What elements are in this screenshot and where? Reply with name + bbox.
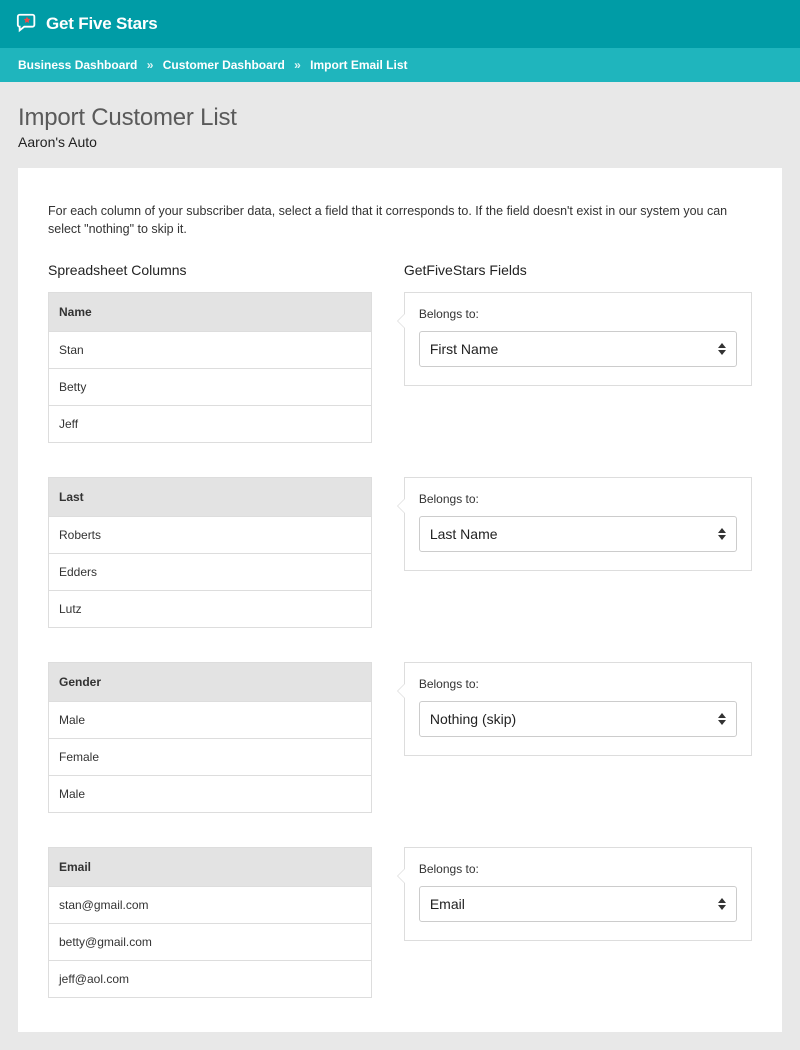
belongs-to-label: Belongs to: [419,307,737,321]
instructions-text: For each column of your subscriber data,… [48,202,752,238]
column-sample-cell: stan@gmail.com [49,887,371,924]
mapping-row: Email stan@gmail.com betty@gmail.com jef… [48,847,752,998]
breadcrumb-separator: » [147,58,154,72]
field-select-value: Nothing (skip) [430,711,516,727]
column-sample-cell: Roberts [49,517,371,554]
breadcrumb-item-customer[interactable]: Customer Dashboard [163,58,285,72]
select-arrows-icon [718,343,726,355]
column-sample-cell: betty@gmail.com [49,924,371,961]
field-mapping-box: Belongs to: Email [404,847,752,941]
page-title: Import Customer List [0,82,800,132]
field-select[interactable]: Nothing (skip) [419,701,737,737]
top-bar: Get Five Stars [0,0,800,48]
field-mapping-box: Belongs to: Last Name [404,477,752,571]
column-sample-cell: Female [49,739,371,776]
column-header: Email [49,848,371,887]
select-arrows-icon [718,528,726,540]
field-mapping-box: Belongs to: First Name [404,292,752,386]
field-select[interactable]: Last Name [419,516,737,552]
spreadsheet-column-preview: Last Roberts Edders Lutz [48,477,372,628]
belongs-to-label: Belongs to: [419,677,737,691]
column-sample-cell: Edders [49,554,371,591]
column-sample-cell: jeff@aol.com [49,961,371,998]
chat-star-icon [16,12,38,37]
header-spreadsheet-columns: Spreadsheet Columns [48,262,372,278]
spreadsheet-column-preview: Gender Male Female Male [48,662,372,813]
column-sample-cell: Male [49,776,371,813]
column-sample-cell: Stan [49,332,371,369]
header-getfivestars-fields: GetFiveStars Fields [372,262,752,278]
field-mapping-box: Belongs to: Nothing (skip) [404,662,752,756]
column-sample-cell: Male [49,702,371,739]
breadcrumb: Business Dashboard » Customer Dashboard … [0,48,800,82]
field-select[interactable]: First Name [419,331,737,367]
field-select-value: Last Name [430,526,498,542]
field-select[interactable]: Email [419,886,737,922]
belongs-to-label: Belongs to: [419,492,737,506]
column-header: Last [49,478,371,517]
column-header: Name [49,293,371,332]
belongs-to-label: Belongs to: [419,862,737,876]
column-sample-cell: Lutz [49,591,371,628]
mapping-row: Last Roberts Edders Lutz Belongs to: Las… [48,477,752,628]
field-select-value: Email [430,896,465,912]
select-arrows-icon [718,898,726,910]
mapping-row: Name Stan Betty Jeff Belongs to: First N… [48,292,752,443]
import-card: For each column of your subscriber data,… [18,168,782,1032]
column-sample-cell: Betty [49,369,371,406]
brand-logo[interactable]: Get Five Stars [16,12,158,37]
breadcrumb-item-business[interactable]: Business Dashboard [18,58,137,72]
field-select-value: First Name [430,341,498,357]
column-sample-cell: Jeff [49,406,371,443]
breadcrumb-item-import[interactable]: Import Email List [310,58,407,72]
spreadsheet-column-preview: Name Stan Betty Jeff [48,292,372,443]
section-headers: Spreadsheet Columns GetFiveStars Fields [48,262,752,278]
breadcrumb-separator: » [294,58,301,72]
page-subtitle: Aaron's Auto [0,132,800,168]
brand-name: Get Five Stars [46,14,158,34]
spreadsheet-column-preview: Email stan@gmail.com betty@gmail.com jef… [48,847,372,998]
select-arrows-icon [718,713,726,725]
mapping-row: Gender Male Female Male Belongs to: Noth… [48,662,752,813]
column-header: Gender [49,663,371,702]
